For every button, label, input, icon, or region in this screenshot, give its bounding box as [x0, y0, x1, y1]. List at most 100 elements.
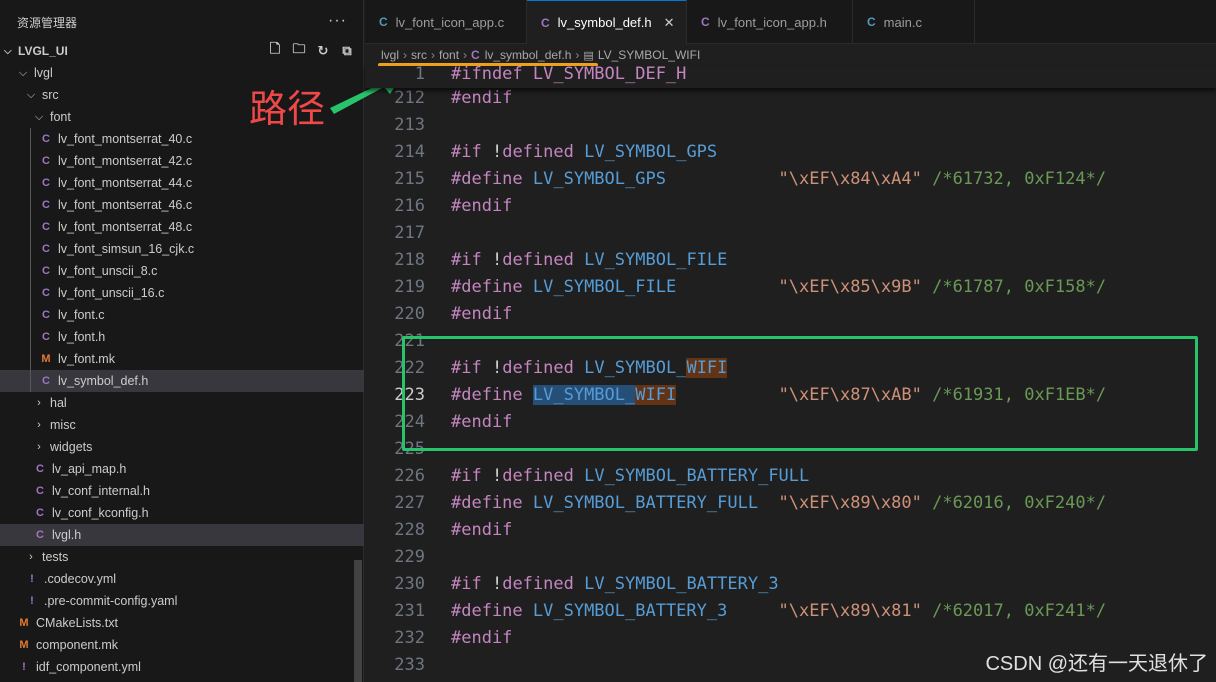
- tree-file[interactable]: Clv_font_montserrat_44.c: [0, 172, 364, 194]
- tree-folder[interactable]: › widgets: [0, 436, 364, 458]
- tab-label: lv_font_icon_app.h: [717, 14, 827, 30]
- directive: #if: [451, 465, 492, 486]
- directive: #endif: [451, 627, 513, 648]
- tree-item-label: misc: [50, 418, 76, 432]
- tree-file[interactable]: Mcomponent.mk: [0, 634, 364, 656]
- tree-file[interactable]: Clv_api_map.h: [0, 458, 364, 480]
- code-line[interactable]: 220 #endif: [365, 300, 1216, 327]
- tree-file[interactable]: Clv_conf_internal.h: [0, 480, 364, 502]
- string-literal: "\xEF\x89\x80": [778, 492, 922, 513]
- code-line[interactable]: 230 #if !defined LV_SYMBOL_BATTERY_3: [365, 570, 1216, 597]
- code-line[interactable]: 219 #define LV_SYMBOL_FILE "\xEF\x85\x9B"…: [365, 273, 1216, 300]
- tree-item-label: tests: [42, 550, 69, 564]
- code-text: #if !defined LV_SYMBOL_BATTERY_FULL: [451, 466, 809, 486]
- symbol-token: LV_SYMBOL_GPS: [532, 168, 666, 189]
- tree-folder[interactable]: › misc: [0, 414, 364, 436]
- tree-folder[interactable]: › tests: [0, 546, 364, 568]
- tree-file[interactable]: Clv_conf_kconfig.h: [0, 502, 364, 524]
- code-line[interactable]: 226 #if !defined LV_SYMBOL_BATTERY_FULL: [365, 462, 1216, 489]
- explorer-title: 资源管理器: [17, 15, 78, 30]
- more-actions-icon[interactable]: ···: [328, 12, 347, 30]
- tree-file[interactable]: Clv_font_unscii_8.c: [0, 260, 364, 282]
- code-line[interactable]: 213: [365, 111, 1216, 138]
- new-folder-icon[interactable]: 🗀: [290, 41, 308, 60]
- line-number: 218: [394, 249, 425, 270]
- directive: defined: [502, 141, 585, 162]
- directive: #if: [451, 141, 492, 162]
- tree-file[interactable]: Clv_font_montserrat_46.c: [0, 194, 364, 216]
- directive: #endif: [451, 303, 513, 324]
- line-number: 216: [394, 195, 425, 216]
- sidebar-scrollbar[interactable]: [354, 560, 362, 682]
- code-line[interactable]: 231 #define LV_SYMBOL_BATTERY_3 "\xEF\x89…: [365, 597, 1216, 624]
- tree-file[interactable]: M CMakeLists.txt: [0, 612, 364, 634]
- tree-file[interactable]: Clv_font_montserrat_42.c: [0, 150, 364, 172]
- collapse-all-icon[interactable]: ⧉: [338, 42, 356, 60]
- symbol-token: LV_SYMBOL_GPS: [584, 141, 718, 162]
- tree-file[interactable]: Clv_symbol_def.h: [0, 370, 364, 392]
- chevron-right-icon: ›: [29, 551, 33, 563]
- symbol-token: LV_SYMBOL_BATTERY_3: [532, 600, 728, 621]
- chevron-right-icon: ›: [463, 48, 468, 62]
- chevron-down-icon: ⌵: [18, 66, 28, 79]
- close-icon[interactable]: ✕: [664, 15, 675, 31]
- line-number: 229: [394, 546, 425, 567]
- path-annotation-label: 路径: [249, 87, 326, 131]
- watermark: CSDN @还有一天退休了: [985, 653, 1208, 675]
- tree-file[interactable]: Clv_font_simsun_16_cjk.c: [0, 238, 364, 260]
- refresh-icon[interactable]: ↻: [314, 42, 332, 60]
- tree-file[interactable]: Mlv_font.mk: [0, 348, 364, 370]
- string-literal: "\xEF\x84\xA4": [778, 168, 922, 189]
- code-line[interactable]: 229: [365, 543, 1216, 570]
- symbol-constant-icon: ▤: [583, 49, 594, 62]
- tab-main-c[interactable]: Cmain.c: [853, 0, 975, 44]
- code-line[interactable]: 215 #define LV_SYMBOL_GPS "\xEF\x84\xA4" …: [365, 165, 1216, 192]
- directive: #endif: [451, 87, 513, 108]
- tree-file[interactable]: Clv_font_montserrat_48.c: [0, 216, 364, 238]
- c-file-icon: C: [42, 265, 50, 277]
- sticky-scroll-header[interactable]: 1 #ifndef LV_SYMBOL_DEF_H: [365, 64, 1216, 88]
- c-file-icon: C: [379, 15, 388, 29]
- tree-item-label: font: [50, 110, 71, 124]
- breadcrumb-item-src[interactable]: src: [411, 48, 427, 62]
- makefile-icon: M: [41, 353, 51, 365]
- tree-file[interactable]: Clv_font.h: [0, 326, 364, 348]
- directive: #define: [451, 600, 533, 621]
- tree-file[interactable]: ! .codecov.yml: [0, 568, 364, 590]
- tree-file[interactable]: ! idf_component.yml: [0, 656, 364, 678]
- chevron-down-icon: ⌵: [4, 45, 12, 57]
- code-line[interactable]: 212 #endif: [365, 84, 1216, 111]
- tab-lv-font-icon-app-h[interactable]: Clv_font_icon_app.h: [687, 0, 853, 44]
- tree-file[interactable]: ! .pre-commit-config.yaml: [0, 590, 364, 612]
- code-line[interactable]: 218 #if !defined LV_SYMBOL_FILE: [365, 246, 1216, 273]
- code-line[interactable]: 228 #endif: [365, 516, 1216, 543]
- tab-lv-symbol-def-h[interactable]: Clv_symbol_def.h ✕: [527, 0, 687, 44]
- makefile-icon: M: [19, 617, 29, 629]
- code-line[interactable]: 217: [365, 219, 1216, 246]
- breadcrumb-item-symbol[interactable]: LV_SYMBOL_WIFI: [598, 48, 700, 62]
- breadcrumb-item-font[interactable]: font: [439, 48, 459, 62]
- breadcrumb-item-lvgl[interactable]: lvgl: [381, 48, 399, 62]
- c-file-icon: C: [541, 15, 550, 30]
- operator: !: [491, 249, 503, 270]
- code-line[interactable]: 227 #define LV_SYMBOL_BATTERY_FULL "\xEF\…: [365, 489, 1216, 516]
- tree-folder[interactable]: › hal: [0, 392, 364, 414]
- directive: #if: [451, 249, 492, 270]
- c-file-icon: C: [36, 507, 44, 519]
- tree-file[interactable]: Clv_font_unscii_16.c: [0, 282, 364, 304]
- project-header[interactable]: ⌵ LVGL_UI 🗋 🗀 ↻ ⧉: [0, 41, 364, 60]
- yaml-file-icon: !: [30, 595, 34, 607]
- code-line[interactable]: 216 #endif: [365, 192, 1216, 219]
- tree-item-label: lv_font_montserrat_42.c: [58, 154, 193, 168]
- tab-lv-font-icon-app-c[interactable]: Clv_font_icon_app.c: [365, 0, 527, 44]
- code-line[interactable]: 214 #if !defined LV_SYMBOL_GPS: [365, 138, 1216, 165]
- tree-file[interactable]: Clvgl.h: [0, 524, 364, 546]
- tree-file[interactable]: Clv_font.c: [0, 304, 364, 326]
- chevron-right-icon: ›: [37, 419, 41, 431]
- new-file-icon[interactable]: 🗋: [266, 41, 284, 60]
- breadcrumb-item-file[interactable]: lv_symbol_def.h: [485, 48, 572, 62]
